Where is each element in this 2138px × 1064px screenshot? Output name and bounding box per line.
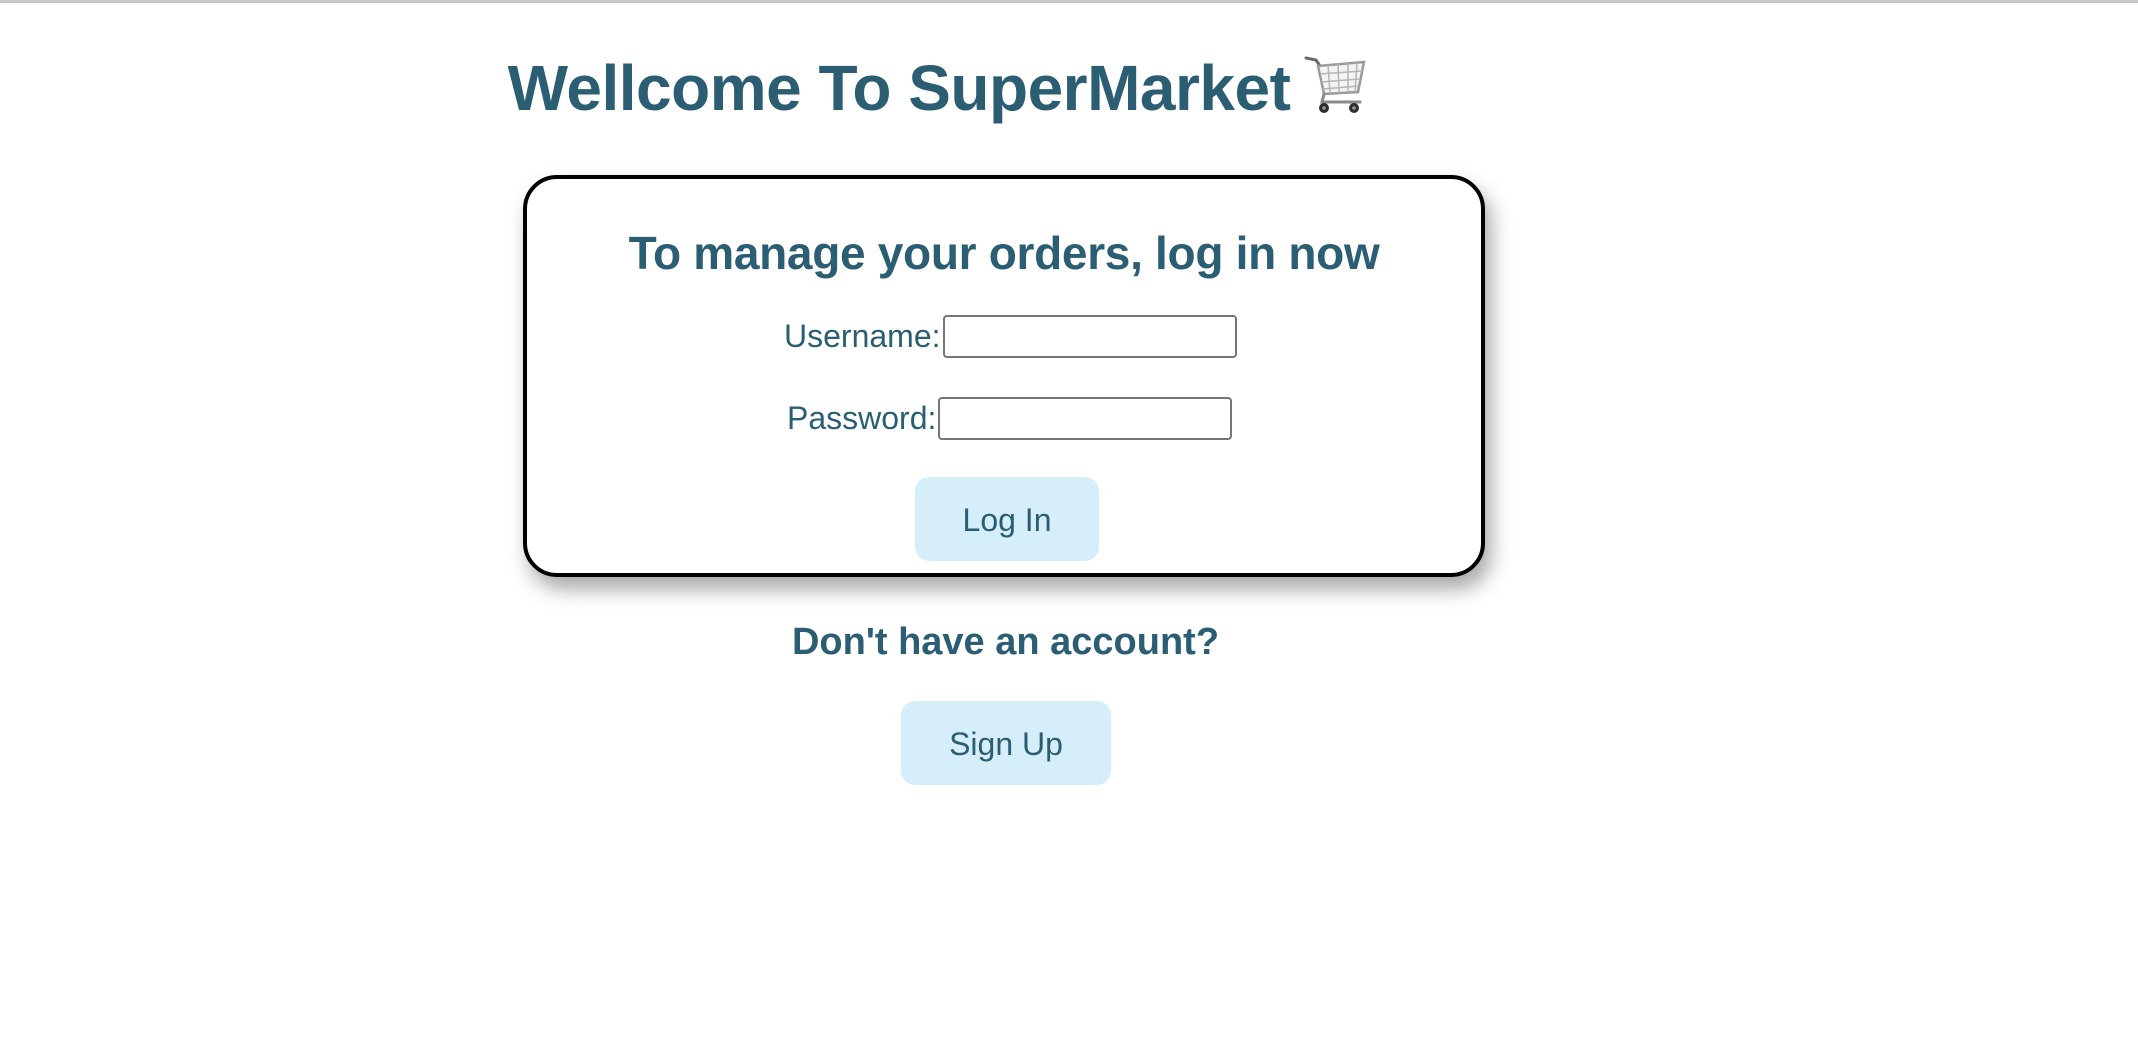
password-row: Password: <box>787 396 1233 440</box>
login-card-title: To manage your orders, log in now <box>628 227 1380 279</box>
shopping-cart-icon <box>1304 56 1366 113</box>
login-card: To manage your orders, log in now Userna… <box>523 175 1485 577</box>
username-row: Username: <box>784 314 1237 358</box>
page-title-text: Wellcome To SuperMarket <box>507 52 1291 124</box>
page-title: Wellcome To SuperMarket <box>0 48 1876 128</box>
signup-button[interactable]: Sign Up <box>901 701 1111 785</box>
password-input[interactable] <box>938 396 1233 440</box>
username-label: Username: <box>784 318 941 354</box>
login-button[interactable]: Log In <box>915 477 1099 561</box>
account-prompt: Don't have an account? <box>791 621 1220 663</box>
password-label: Password: <box>787 400 937 436</box>
username-input[interactable] <box>942 314 1237 358</box>
login-page: Wellcome To SuperMarket To manage your o… <box>0 0 2138 1064</box>
